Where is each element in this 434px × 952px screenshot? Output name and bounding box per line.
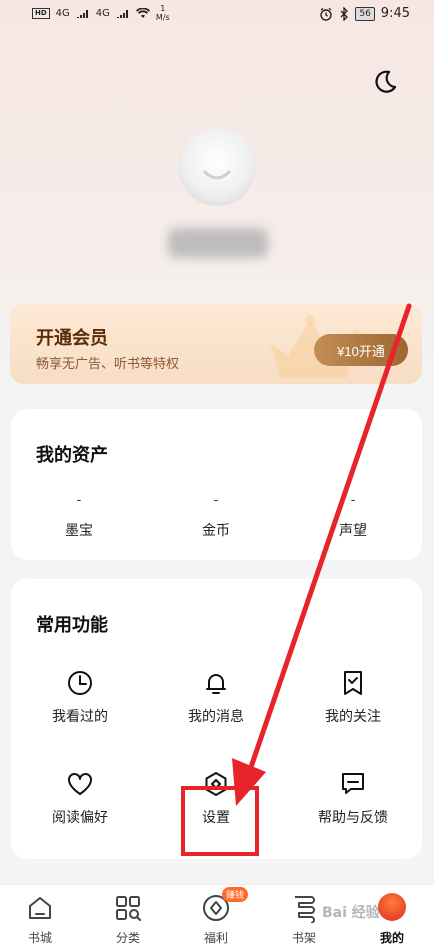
asset-label: 墨宝	[65, 523, 93, 539]
user-avatar[interactable]	[178, 128, 256, 206]
bell-icon	[206, 674, 226, 694]
vip-open-button[interactable]: ¥10开通	[314, 334, 408, 366]
tab-category[interactable]: 分类	[98, 893, 158, 946]
functions-title: 常用功能	[36, 615, 108, 636]
earn-money-badge: 赚钱	[222, 887, 249, 902]
tab-welfare[interactable]: 赚钱 福利	[186, 887, 249, 946]
status-left: HD 4G 4G 1 M/s	[32, 4, 170, 22]
asset-label: 金币	[202, 523, 230, 539]
speed-unit: M/s	[155, 13, 170, 22]
func-label: 我的关注	[325, 709, 381, 725]
func-reading-pref[interactable]: 阅读偏好	[10, 769, 150, 827]
func-label: 阅读偏好	[52, 810, 108, 826]
feedback-icon	[342, 773, 364, 794]
tab-label: 书城	[27, 931, 52, 945]
func-label: 帮助与反馈	[318, 810, 388, 826]
status-right: 56 9:45	[319, 6, 410, 21]
tab-label: 福利	[203, 931, 228, 945]
func-messages[interactable]: 我的消息	[146, 668, 286, 726]
avatar-icon	[378, 893, 406, 921]
wifi-icon	[135, 7, 150, 18]
bookshelf-icon	[295, 896, 315, 923]
func-follows[interactable]: 我的关注	[283, 668, 423, 726]
signal-4g-2: 4G	[95, 7, 110, 19]
asset-value: -	[213, 493, 219, 508]
annotation-box	[181, 786, 259, 856]
username-blurred	[168, 228, 268, 258]
vip-title: 开通会员	[36, 328, 108, 349]
moon-icon[interactable]	[370, 66, 400, 96]
asset-label: 声望	[339, 523, 367, 539]
func-help[interactable]: 帮助与反馈	[283, 769, 423, 827]
asset-value: -	[76, 493, 82, 508]
asset-mobao[interactable]: - 墨宝	[19, 493, 139, 540]
assets-card: 我的资产 - 墨宝 - 金币 - 声望	[11, 409, 422, 560]
signal-bars-icon	[76, 10, 88, 18]
network-speed: 1 M/s	[156, 4, 170, 22]
tab-label: 我的	[379, 931, 404, 945]
vip-subtitle: 畅享无广告、听书等特权	[36, 357, 180, 372]
bluetooth-icon	[340, 6, 349, 21]
heart-icon	[68, 773, 92, 795]
assets-title: 我的资产	[36, 445, 108, 466]
asset-value: -	[350, 493, 356, 508]
tab-label: 书架	[291, 931, 316, 945]
asset-coins[interactable]: - 金币	[156, 493, 276, 540]
signal-4g-1: 4G	[55, 7, 70, 19]
tab-bookstore[interactable]: 书城	[10, 893, 70, 946]
speed-value: 1	[160, 4, 166, 13]
signal-bars-icon	[116, 10, 128, 18]
func-label: 我的消息	[188, 709, 244, 725]
asset-reputation[interactable]: - 声望	[293, 493, 413, 540]
home-icon	[29, 897, 51, 919]
alarm-icon	[320, 7, 333, 21]
clock-icon	[68, 671, 92, 695]
hd-indicator: HD	[32, 7, 50, 19]
watermark-text: Bai 经验	[322, 905, 380, 921]
tab-label: 分类	[115, 931, 140, 945]
func-label: 我看过的	[52, 709, 108, 725]
bookmark-check-icon	[344, 671, 362, 695]
func-history[interactable]: 我看过的	[10, 668, 150, 726]
category-icon	[116, 896, 141, 921]
battery-indicator: 56	[355, 6, 375, 21]
status-bar: HD 4G 4G 1 M/s 56 9:45	[0, 0, 434, 30]
vip-card[interactable]: 开通会员 畅享无广告、听书等特权 ¥10开通	[10, 304, 422, 384]
clock-time: 9:45	[380, 6, 410, 21]
smile-face-icon	[203, 170, 231, 180]
